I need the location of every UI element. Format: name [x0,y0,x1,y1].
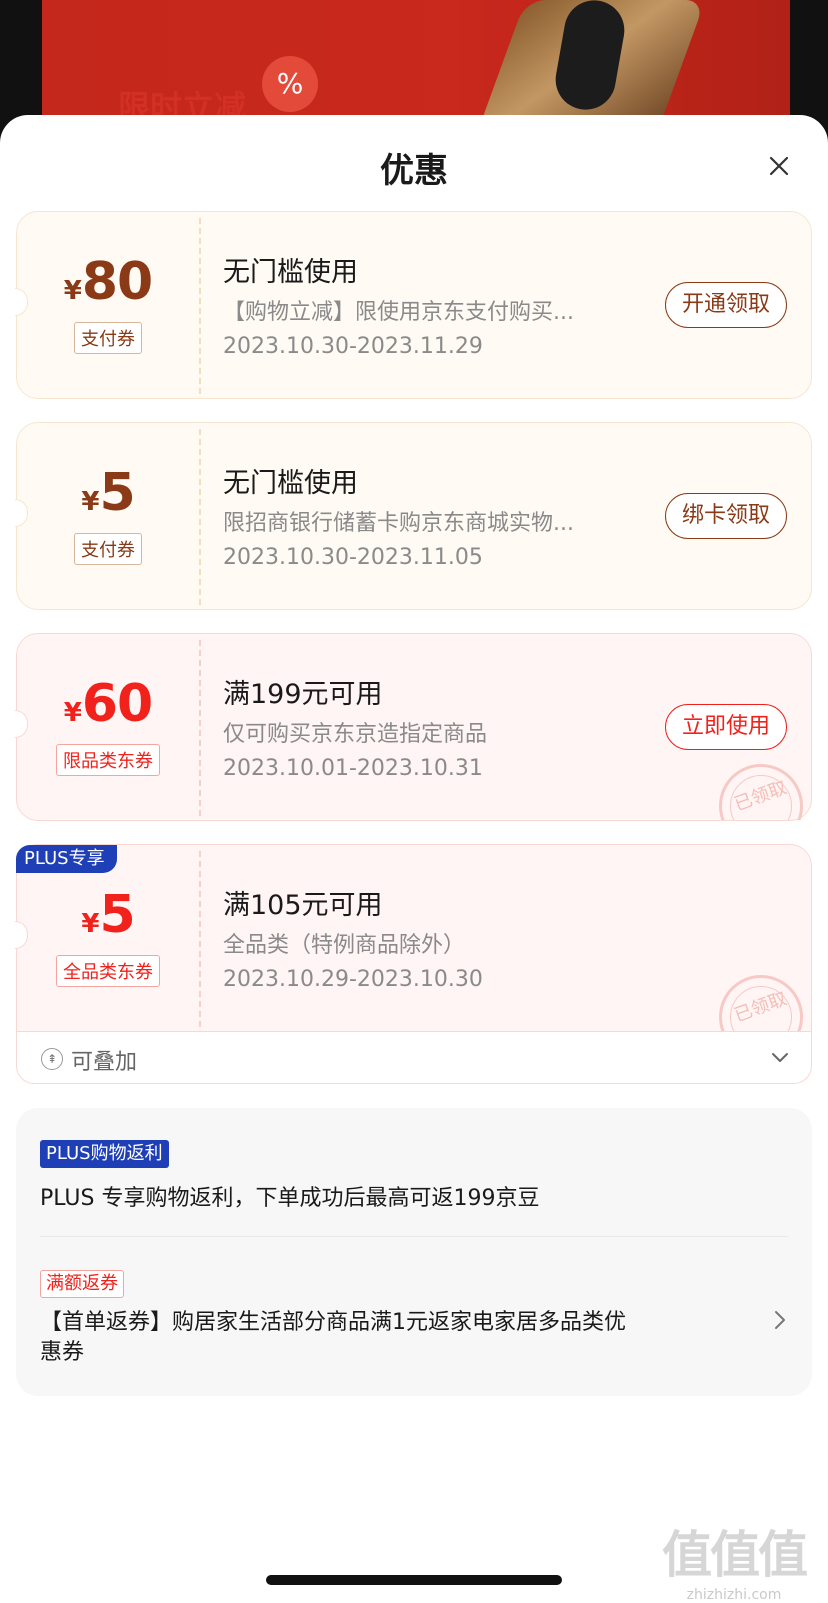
dashed-divider [199,218,201,394]
claimed-stamp: 已领取 [717,971,807,1031]
coupon-type-tag: 全品类东券 [56,955,160,987]
chevron-down-icon[interactable] [769,1046,791,1068]
coupon-validity: 2023.10.30-2023.11.29 [223,334,483,359]
chevron-right-icon[interactable] [770,1308,790,1332]
coupon-card: ¥5 支付券 无门槛使用 限招商银行储蓄卡购京东商城实物... 2023.10.… [15,422,812,610]
coupon-description: 【购物立减】限使用京东支付购买... [223,300,574,325]
coupon-card: ¥5 全品类东券 满105元可用 全品类（特例商品除外） 2023.10.29-… [15,844,812,1032]
benefits-panel: PLUS购物返利 PLUS 专享购物返利，下单成功后最高可返199京豆 满额返券… [16,1108,812,1396]
coupon-type-tag: 支付券 [74,533,142,565]
coupon-card: ¥80 支付券 无门槛使用 【购物立减】限使用京东支付购买... 2023.10… [15,211,812,399]
coupon-return-tag: 满额返券 [40,1270,124,1298]
coupon-title: 满199元可用 [223,679,383,710]
coupon-description: 仅可购买京东京造指定商品 [223,722,488,747]
watermark-url: zhizhizhi.com [686,1587,782,1603]
stack-icon: ⇞ [41,1048,63,1070]
stackable-label: 可叠加 [71,1050,138,1075]
coupon-description: 限招商银行储蓄卡购京东商城实物... [223,511,574,536]
coupon-amount: ¥5 [81,463,135,523]
watermark-logo: 值值值 [662,1526,808,1584]
plus-exclusive-badge: PLUS专享 [16,845,117,873]
watermark: 值值值 zhizhizhi.com [662,1515,808,1603]
plus-rebate-tag: PLUS购物返利 [40,1140,169,1168]
coupon-description: 全品类（特例商品除外） [223,933,466,958]
coupon-return-text[interactable]: 【首单返券】购居家生活部分商品满1元返家电家居多品类优惠券 [40,1308,640,1368]
coupon-amount: ¥60 [63,674,153,734]
divider [40,1236,788,1237]
coupon-title: 无门槛使用 [223,468,358,499]
coupon-validity: 2023.10.29-2023.10.30 [223,967,483,992]
dashed-divider [199,429,201,605]
coupon-title: 满105元可用 [223,890,383,921]
close-icon [769,156,789,176]
coupon-amount: ¥5 [81,885,135,945]
coupon-title: 无门槛使用 [223,257,358,288]
plus-rebate-text: PLUS 专享购物返利，下单成功后最高可返199京豆 [40,1186,540,1211]
coupon-validity: 2023.10.01-2023.10.31 [223,756,483,781]
home-indicator[interactable] [266,1575,562,1585]
stackable-bar[interactable]: ⇞ 可叠加 [16,1032,812,1084]
bind-card-claim-button[interactable]: 绑卡领取 [664,493,787,539]
percent-badge: % [262,56,318,112]
coupon-type-tag: 限品类东券 [56,744,160,776]
coupon-card: ¥60 限品类东券 满199元可用 仅可购买京东京造指定商品 2023.10.0… [15,633,812,821]
dashed-divider [199,851,201,1027]
coupon-validity: 2023.10.30-2023.11.05 [223,545,483,570]
coupon-type-tag: 支付券 [74,322,142,354]
dashed-divider [199,640,201,816]
coupon-amount: ¥80 [63,252,153,312]
use-now-button[interactable]: 立即使用 [664,704,787,750]
close-button[interactable] [764,151,794,181]
claimed-stamp: 已领取 [717,760,807,820]
open-and-claim-button[interactable]: 开通领取 [664,282,787,328]
sheet-title: 优惠 [380,151,448,191]
